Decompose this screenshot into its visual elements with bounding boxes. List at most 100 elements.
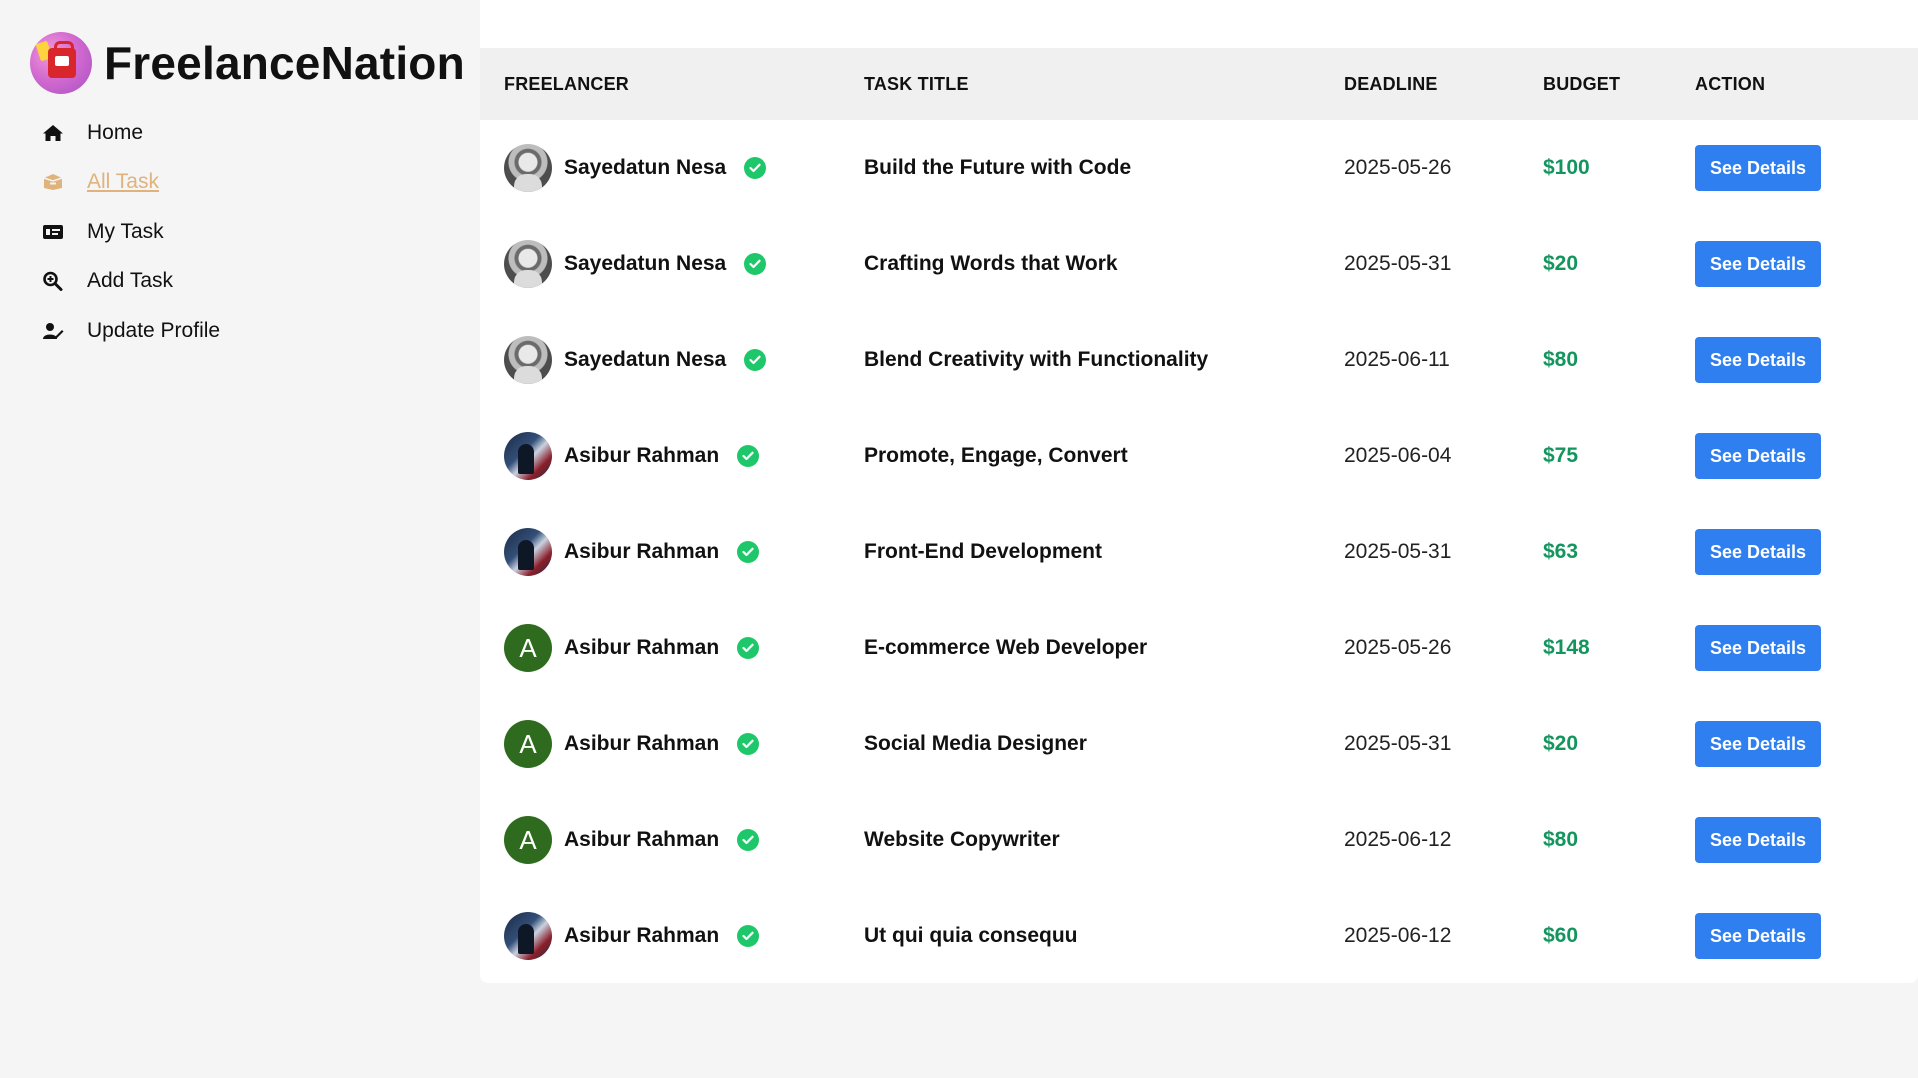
freelancer-cell: Sayedatun Nesa (480, 144, 864, 192)
user-edit-icon (40, 321, 66, 341)
see-details-button[interactable]: See Details (1695, 529, 1821, 575)
header-task-title: TASK TITLE (864, 73, 969, 94)
freelancer-name: Asibur Rahman (564, 540, 720, 563)
id-card-icon (40, 222, 66, 242)
task-title: E-commerce Web Developer (864, 636, 1148, 659)
task-title: Social Media Designer (864, 732, 1087, 755)
sidebar-item-label: Home (87, 120, 144, 144)
budget: $80 (1543, 828, 1579, 851)
see-details-button[interactable]: See Details (1695, 817, 1821, 863)
brand-name: FreelanceNation (104, 37, 465, 89)
app: FreelanceNation Home All Task My Task Ad… (0, 0, 1918, 1078)
budget: $100 (1543, 156, 1590, 179)
action-cell: See Details (1695, 433, 1918, 479)
budget: $63 (1543, 540, 1579, 563)
table-row: Asibur Rahman Ut qui quia consequu 2025-… (480, 888, 1918, 984)
freelancer-name: Sayedatun Nesa (564, 156, 727, 179)
main-content: FREELANCER TASK TITLE DEADLINE BUDGET AC… (480, 0, 1918, 1078)
see-details-button[interactable]: See Details (1695, 721, 1821, 767)
see-details-button[interactable]: See Details (1695, 337, 1821, 383)
sidebar-item-all-task[interactable]: All Task (30, 158, 480, 208)
verified-check-icon (737, 445, 760, 467)
table-body: Sayedatun Nesa Build the Future with Cod… (480, 120, 1918, 984)
budget: $75 (1543, 444, 1579, 467)
action-cell: See Details (1695, 241, 1918, 287)
deadline: 2025-05-26 (1344, 156, 1452, 179)
avatar (504, 432, 552, 480)
sidebar-item-label: My Task (87, 219, 164, 243)
verified-check-icon (744, 157, 767, 179)
table-row: Sayedatun Nesa Crafting Words that Work … (480, 216, 1918, 312)
action-cell: See Details (1695, 913, 1918, 959)
verified-check-icon (744, 253, 767, 275)
verified-check-icon (737, 829, 760, 851)
verified-check-icon (737, 925, 760, 947)
brand-logo (30, 32, 92, 94)
budget: $60 (1543, 924, 1579, 947)
freelancer-name: Asibur Rahman (564, 444, 720, 467)
sidebar-item-update-profile[interactable]: Update Profile (30, 306, 480, 356)
see-details-button[interactable]: See Details (1695, 241, 1821, 287)
freelancer-name: Sayedatun Nesa (564, 348, 727, 371)
table-row: A Asibur Rahman Website Copywriter 2025-… (480, 792, 1918, 888)
budget: $20 (1543, 252, 1579, 275)
freelancer-name: Asibur Rahman (564, 828, 720, 851)
avatar-letter: A (519, 728, 537, 759)
freelancer-cell: A Asibur Rahman (480, 720, 864, 768)
table-row: A Asibur Rahman Social Media Designer 20… (480, 696, 1918, 792)
sidebar-item-add-task[interactable]: Add Task (30, 257, 480, 307)
header-action: ACTION (1695, 73, 1766, 94)
freelancer-name: Asibur Rahman (564, 636, 720, 659)
budget: $80 (1543, 348, 1579, 371)
avatar-letter: A (519, 824, 537, 855)
freelancer-cell: Asibur Rahman (480, 432, 864, 480)
freelancer-cell: Asibur Rahman (480, 528, 864, 576)
deadline: 2025-06-12 (1344, 828, 1452, 851)
table-row: A Asibur Rahman E-commerce Web Developer… (480, 600, 1918, 696)
sidebar-item-my-task[interactable]: My Task (30, 207, 480, 257)
task-title: Promote, Engage, Convert (864, 444, 1128, 467)
task-title: Build the Future with Code (864, 156, 1132, 179)
see-details-button[interactable]: See Details (1695, 625, 1821, 671)
deadline: 2025-05-31 (1344, 252, 1452, 275)
box-icon (40, 172, 66, 192)
action-cell: See Details (1695, 529, 1918, 575)
see-details-button[interactable]: See Details (1695, 145, 1821, 191)
verified-check-icon (737, 637, 760, 659)
action-cell: See Details (1695, 145, 1918, 191)
table-row: Sayedatun Nesa Build the Future with Cod… (480, 120, 1918, 216)
action-cell: See Details (1695, 625, 1918, 671)
freelancer-cell: A Asibur Rahman (480, 816, 864, 864)
verified-check-icon (737, 541, 760, 563)
verified-check-icon (737, 733, 760, 755)
header-budget: BUDGET (1543, 73, 1621, 94)
verified-check-icon (744, 349, 767, 371)
header-deadline: DEADLINE (1344, 73, 1438, 94)
table-row: Sayedatun Nesa Blend Creativity with Fun… (480, 312, 1918, 408)
brand[interactable]: FreelanceNation (30, 30, 480, 96)
freelancer-name: Asibur Rahman (564, 732, 720, 755)
budget: $20 (1543, 732, 1579, 755)
home-icon (40, 123, 66, 143)
sidebar: FreelanceNation Home All Task My Task Ad… (0, 0, 480, 1078)
freelancer-cell: Asibur Rahman (480, 912, 864, 960)
avatar (504, 912, 552, 960)
deadline: 2025-06-12 (1344, 924, 1452, 947)
see-details-button[interactable]: See Details (1695, 913, 1821, 959)
see-details-button[interactable]: See Details (1695, 433, 1821, 479)
task-title: Blend Creativity with Functionality (864, 348, 1209, 371)
deadline: 2025-06-04 (1344, 444, 1452, 467)
deadline: 2025-06-11 (1344, 348, 1450, 371)
freelancer-cell: A Asibur Rahman (480, 624, 864, 672)
freelancer-cell: Sayedatun Nesa (480, 240, 864, 288)
freelancer-name: Sayedatun Nesa (564, 252, 727, 275)
deadline: 2025-05-26 (1344, 636, 1452, 659)
freelancer-name: Asibur Rahman (564, 924, 720, 947)
task-title: Crafting Words that Work (864, 252, 1118, 275)
table-row: Asibur Rahman Promote, Engage, Convert 2… (480, 408, 1918, 504)
action-cell: See Details (1695, 721, 1918, 767)
avatar (504, 528, 552, 576)
search-plus-icon (40, 271, 66, 292)
avatar: A (504, 720, 552, 768)
sidebar-item-home[interactable]: Home (30, 108, 480, 158)
